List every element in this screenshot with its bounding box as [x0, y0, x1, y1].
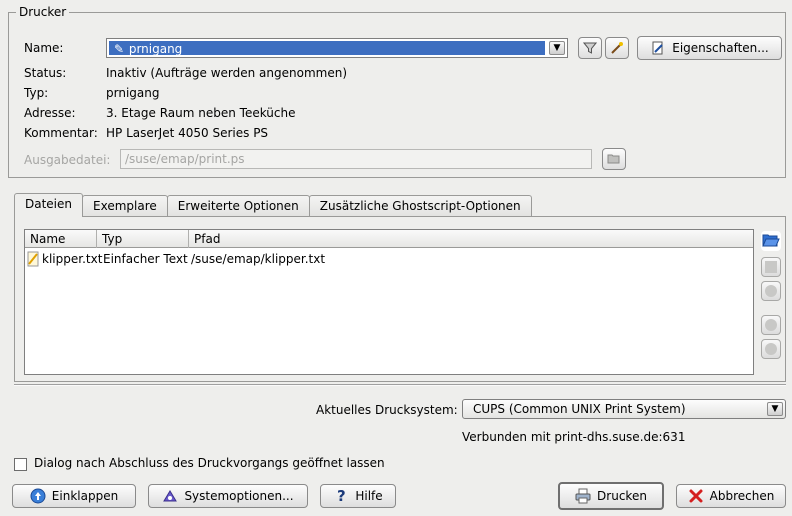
column-header-type[interactable]: Typ: [97, 230, 189, 248]
name-label: Name:: [24, 41, 64, 55]
file-path: /suse/emap/klipper.txt: [191, 252, 326, 266]
print-system-label: Aktuelles Drucksystem:: [316, 403, 458, 417]
column-header-name[interactable]: Name: [25, 230, 97, 248]
separator: [14, 384, 786, 386]
printer-name-combo[interactable]: ✎ prnigang ▼: [106, 38, 568, 58]
folder-open-icon: [606, 151, 622, 167]
type-value: prnigang: [106, 86, 160, 100]
print-button-label: Drucken: [597, 489, 647, 503]
remove-icon: [765, 261, 777, 273]
add-file-button[interactable]: [761, 231, 781, 251]
collapse-button-label: Einklappen: [51, 489, 119, 503]
connection-status: Verbunden mit print-dhs.suse.de:631: [462, 430, 686, 444]
cancel-button[interactable]: Abbrechen: [676, 484, 786, 508]
file-row[interactable]: klipper.txt Einfacher Text /suse/emap/kl…: [25, 250, 753, 268]
help-button-label: Hilfe: [355, 489, 383, 503]
settings-icon: [162, 488, 178, 504]
tab-advanced-options[interactable]: Erweiterte Optionen: [166, 195, 310, 217]
down-icon: [765, 343, 777, 355]
file-properties-button[interactable]: [761, 281, 781, 301]
filter-icon: [582, 40, 598, 56]
tab-ghostscript-options[interactable]: Zusätzliche Ghostscript-Optionen: [308, 195, 532, 217]
printer-group-title: Drucker: [16, 5, 70, 19]
browse-output-button[interactable]: [602, 148, 626, 170]
help-icon: ?: [336, 487, 346, 505]
file-name: klipper.txt: [42, 252, 103, 266]
output-file-label: Ausgabedatei:: [24, 153, 111, 167]
column-header-path[interactable]: Pfad: [189, 230, 753, 248]
tab-bar: Dateien Exemplare Erweiterte Optionen Zu…: [14, 193, 532, 217]
address-label: Adresse:: [24, 106, 76, 120]
file-list-header: Name Typ Pfad: [25, 230, 753, 248]
cancel-button-label: Abbrechen: [709, 489, 775, 503]
collapse-button[interactable]: Einklappen: [12, 484, 136, 508]
printer-icon: ✎: [113, 42, 125, 56]
file-list[interactable]: Name Typ Pfad klipper.txt Einfacher Text…: [24, 229, 754, 375]
collapse-arrow-icon: [30, 488, 46, 504]
output-file-field[interactable]: /suse/emap/print.ps: [120, 149, 592, 169]
up-icon: [765, 319, 777, 331]
address-value: 3. Etage Raum neben Teeküche: [106, 106, 296, 120]
properties-icon: [765, 285, 777, 297]
folder-open-icon: [762, 232, 780, 251]
print-system-value: CUPS (Common UNIX Print System): [473, 402, 686, 416]
properties-button-label: Eigenschaften...: [672, 41, 769, 55]
move-down-button[interactable]: [761, 339, 781, 359]
edit-document-icon: [650, 40, 666, 56]
text-file-icon: [27, 251, 39, 272]
magic-wand-icon: [609, 40, 625, 56]
wizard-button[interactable]: [605, 37, 629, 59]
move-up-button[interactable]: [761, 315, 781, 335]
status-label: Status:: [24, 66, 67, 80]
type-label: Typ:: [24, 86, 49, 100]
filter-button[interactable]: [578, 37, 602, 59]
close-icon: [688, 488, 704, 504]
system-options-button[interactable]: Systemoptionen...: [148, 484, 308, 508]
keep-open-label[interactable]: Dialog nach Abschluss des Druckvorgangs …: [34, 456, 385, 470]
properties-button[interactable]: Eigenschaften...: [637, 36, 782, 60]
chevron-down-icon: ▼: [549, 41, 565, 55]
output-file-value: /suse/emap/print.ps: [125, 152, 245, 166]
file-type: Einfacher Text: [103, 252, 188, 266]
comment-label: Kommentar:: [24, 126, 98, 140]
chevron-down-icon: ▼: [767, 402, 783, 416]
status-value: Inaktiv (Aufträge werden angenommen): [106, 66, 348, 80]
print-button[interactable]: Drucken: [558, 482, 664, 510]
comment-value: HP LaserJet 4050 Series PS: [106, 126, 269, 140]
print-system-combo[interactable]: CUPS (Common UNIX Print System) ▼: [462, 399, 786, 419]
printer-icon: [575, 488, 591, 504]
remove-file-button[interactable]: [761, 257, 781, 277]
tab-copies[interactable]: Exemplare: [82, 195, 168, 217]
printer-name-value: prnigang: [128, 42, 183, 56]
tab-files[interactable]: Dateien: [14, 193, 84, 217]
system-options-button-label: Systemoptionen...: [184, 489, 294, 503]
keep-open-checkbox[interactable]: [14, 458, 27, 471]
help-button[interactable]: ? Hilfe: [320, 484, 396, 508]
